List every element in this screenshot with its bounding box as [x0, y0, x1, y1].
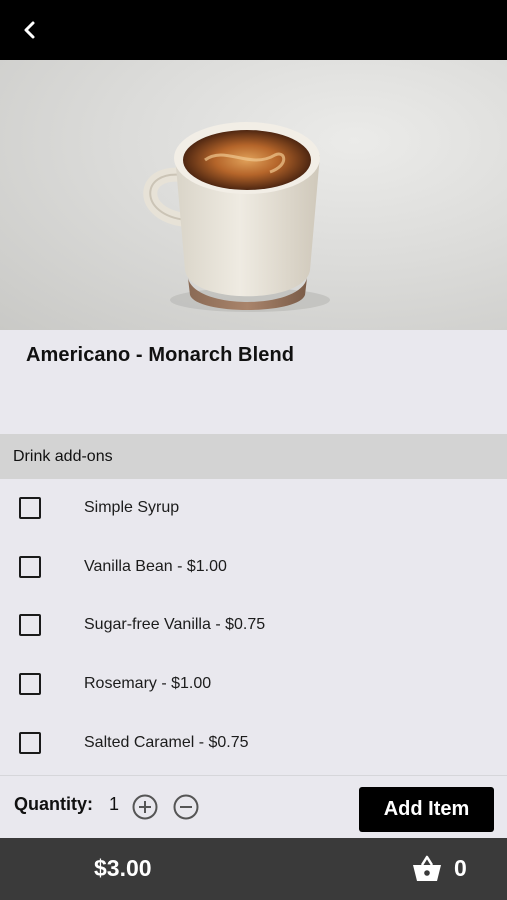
quantity-value: 1	[109, 794, 120, 814]
cart-footer: $3.00 0	[0, 838, 507, 900]
decrement-button[interactable]	[173, 794, 199, 820]
addon-checkbox[interactable]	[19, 614, 41, 637]
back-button[interactable]	[14, 14, 46, 46]
addon-option-simple-syrup[interactable]: Simple Syrup	[0, 479, 507, 538]
product-image	[0, 60, 507, 330]
order-total: $3.00	[94, 855, 152, 881]
basket-icon	[413, 855, 441, 881]
addon-option-vanilla-bean[interactable]: Vanilla Bean - $1.00	[0, 538, 507, 597]
top-bar	[0, 0, 507, 60]
add-item-button[interactable]: Add Item	[359, 787, 494, 832]
addon-checkbox[interactable]	[19, 731, 41, 754]
minus-circle-icon	[173, 794, 199, 820]
addons-section-header: Drink add-ons	[0, 434, 507, 479]
addon-label: Simple Syrup	[84, 499, 180, 517]
cart-button[interactable]	[412, 855, 442, 883]
product-title: Americano - Monarch Blend	[26, 344, 295, 366]
chevron-left-icon	[24, 21, 35, 39]
quantity-label: Quantity:	[14, 794, 93, 814]
addon-option-sugar-free-vanilla[interactable]: Sugar-free Vanilla - $0.75	[0, 596, 507, 655]
addon-checkbox[interactable]	[19, 673, 41, 696]
addons-list: Simple Syrup Vanilla Bean - $1.00 Sugar-…	[0, 479, 507, 772]
addon-checkbox[interactable]	[19, 555, 41, 578]
product-header: Americano - Monarch Blend	[0, 330, 507, 434]
addon-label: Sugar-free Vanilla - $0.75	[84, 616, 266, 634]
addon-option-salted-caramel[interactable]: Salted Caramel - $0.75	[0, 713, 507, 772]
increment-button[interactable]	[132, 794, 158, 820]
addon-option-rosemary[interactable]: Rosemary - $1.00	[0, 655, 507, 714]
addon-label: Rosemary - $1.00	[84, 675, 212, 693]
quantity-bar: Quantity: 1 Add Item	[0, 775, 507, 838]
addon-checkbox[interactable]	[19, 497, 41, 520]
cart-count: 0	[454, 855, 467, 881]
addon-label: Salted Caramel - $0.75	[84, 733, 249, 751]
plus-circle-icon	[132, 794, 158, 820]
addon-label: Vanilla Bean - $1.00	[84, 557, 227, 575]
